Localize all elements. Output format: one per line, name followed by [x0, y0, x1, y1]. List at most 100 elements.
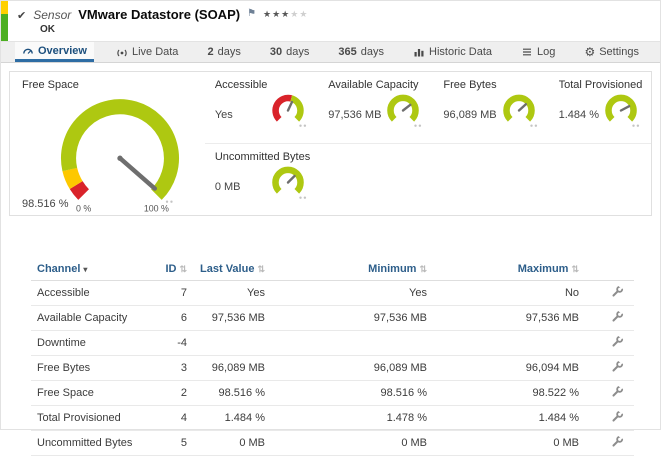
channel-settings-icon[interactable]: [611, 410, 624, 426]
gauge-tick-mark: [419, 125, 421, 127]
tab-30-days[interactable]: 30 days: [263, 42, 317, 62]
main-gauge-free-space: Free Space 0 % 100 % 98.516 %: [10, 72, 205, 215]
gauge-needle-hub: [117, 156, 122, 161]
tab-settings[interactable]: ⚙ Settings: [577, 42, 646, 62]
channel-last-value: [193, 331, 271, 356]
channel-name[interactable]: Total Provisioned: [31, 406, 151, 431]
gauge-title: Total Provisioned: [559, 79, 643, 91]
gauge-tick-mark: [304, 197, 306, 199]
gauge-value: 97,536 MB: [328, 109, 381, 129]
channel-id: 7: [151, 281, 193, 306]
table-row: Total Provisioned 4 1.484 % 1.478 % 1.48…: [31, 406, 634, 431]
channel-id: 3: [151, 356, 193, 381]
channel-id: -4: [151, 331, 193, 356]
channel-settings-icon[interactable]: [611, 360, 624, 376]
table-row: Downtime -4: [31, 331, 634, 356]
channel-name[interactable]: Downtime: [31, 331, 151, 356]
channel-maximum: 97,536 MB: [433, 306, 585, 331]
channel-last-value: 0 MB: [193, 431, 271, 456]
tab-label-number: 2: [207, 46, 213, 58]
channel-maximum: [433, 331, 585, 356]
ok-check-icon: ✔: [17, 9, 26, 22]
gauge-tick-mark: [170, 201, 172, 203]
tab-historic-data[interactable]: Historic Data: [406, 42, 499, 62]
free-bytes-gauge: [497, 92, 541, 129]
channel-name[interactable]: Free Space: [31, 381, 151, 406]
gear-icon: ⚙: [584, 46, 595, 58]
gauge-tick-mark: [166, 201, 168, 203]
tab-365-days[interactable]: 365 days: [331, 42, 391, 62]
column-header-last-value[interactable]: Last Value⇅: [193, 258, 271, 281]
gauge-value: 1.484 %: [559, 109, 599, 129]
gauge-accessible: Accessible Yes: [205, 72, 318, 144]
channel-maximum: 1.484 %: [433, 406, 585, 431]
gauge-scale-max: 100 %: [144, 203, 169, 213]
gauge-title: Accessible: [215, 79, 310, 91]
object-kind-label: Sensor: [33, 8, 71, 22]
column-header-channel[interactable]: Channel▾: [31, 258, 151, 281]
sort-icon: ⇅: [257, 264, 265, 274]
status-badge: OK: [40, 24, 660, 35]
table-row: Free Space 2 98.516 % 98.516 % 98.522 %: [31, 381, 634, 406]
channel-name[interactable]: Free Bytes: [31, 356, 151, 381]
bar-chart-icon: [413, 46, 425, 58]
log-icon: [521, 46, 533, 58]
tab-log[interactable]: Log: [514, 42, 562, 62]
channel-settings-icon[interactable]: [611, 335, 624, 351]
channel-settings-icon[interactable]: [611, 385, 624, 401]
channel-id: 2: [151, 381, 193, 406]
column-header-id[interactable]: ID⇅: [151, 258, 193, 281]
sensor-overview-page: ✔ Sensor VMware Datastore (SOAP) ⚑ ★★★★★…: [0, 0, 661, 430]
tab-label: days: [218, 46, 241, 58]
channel-settings-icon[interactable]: [611, 285, 624, 301]
gauge-tick-mark: [534, 125, 536, 127]
table-row: Available Capacity 6 97,536 MB 97,536 MB…: [31, 306, 634, 331]
gauge-needle: [403, 105, 410, 111]
channel-maximum: 96,094 MB: [433, 356, 585, 381]
channel-last-value: 97,536 MB: [193, 306, 271, 331]
gauge-tick-mark: [530, 125, 532, 127]
sort-icon: ⇅: [419, 264, 427, 274]
channel-minimum: Yes: [271, 281, 433, 306]
table-header-row: Channel▾ ID⇅ Last Value⇅ Minimum⇅ Maximu…: [31, 258, 634, 281]
channel-id: 4: [151, 406, 193, 431]
column-header-minimum[interactable]: Minimum⇅: [271, 258, 433, 281]
gauge-total-provisioned: Total Provisioned 1.484 %: [549, 72, 651, 144]
gauge-tick-mark: [300, 197, 302, 199]
uncommitted-bytes-gauge: [266, 164, 310, 201]
tab-2-days[interactable]: 2 days: [200, 42, 247, 62]
gauge-free-bytes: Free Bytes 96,089 MB: [433, 72, 548, 144]
page-title: VMware Datastore (SOAP): [78, 7, 240, 22]
priority-stripe-yellow: [1, 1, 8, 14]
accessible-gauge: [266, 92, 310, 129]
stars-filled[interactable]: ★★★: [263, 9, 290, 19]
stars-empty[interactable]: ★★: [290, 9, 308, 19]
gauge-value: 0 MB: [215, 181, 241, 201]
gauge-needle: [288, 102, 292, 110]
channel-settings-icon[interactable]: [611, 310, 624, 326]
header-content: ✔ Sensor VMware Datastore (SOAP) ⚑ ★★★★★…: [1, 1, 660, 35]
channel-name[interactable]: Accessible: [31, 281, 151, 306]
live-data-icon: [116, 46, 128, 58]
channel-name[interactable]: Uncommitted Bytes: [31, 431, 151, 456]
available-capacity-gauge: [381, 92, 425, 129]
gauge-needle: [621, 106, 629, 110]
tab-overview[interactable]: Overview: [15, 42, 94, 62]
gauge-tick-mark: [632, 125, 634, 127]
channel-id: 6: [151, 306, 193, 331]
tab-live-data[interactable]: Live Data: [109, 42, 185, 62]
column-header-maximum[interactable]: Maximum⇅: [433, 258, 585, 281]
gauge-tick-mark: [300, 125, 302, 127]
channel-name[interactable]: Available Capacity: [31, 306, 151, 331]
table-row: Accessible 7 Yes Yes No: [31, 281, 634, 306]
small-gauges-grid: Accessible Yes Available Capacity 97,536…: [205, 72, 651, 215]
free-space-gauge: 0 % 100 %: [40, 89, 200, 215]
channel-settings-icon[interactable]: [611, 435, 624, 451]
channel-minimum: 0 MB: [271, 431, 433, 456]
sort-icon: ⇅: [179, 264, 187, 274]
priority-stars[interactable]: ★★★★★: [263, 9, 308, 20]
tab-label: days: [286, 46, 309, 58]
channel-maximum: No: [433, 281, 585, 306]
channel-minimum: 1.478 %: [271, 406, 433, 431]
flag-icon[interactable]: ⚑: [247, 8, 256, 19]
